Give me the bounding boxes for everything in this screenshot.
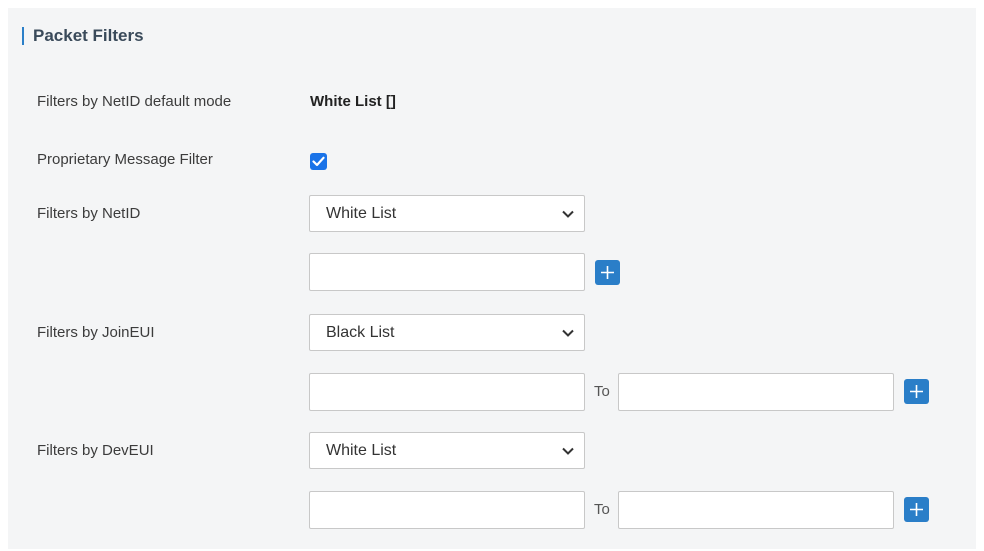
deveui-from-input[interactable] xyxy=(309,491,585,529)
deveui-filter-select[interactable]: White List xyxy=(309,432,585,469)
netid-default-mode-label: Filters by NetID default mode xyxy=(37,93,232,110)
joineui-filter-select[interactable]: Black List xyxy=(309,314,585,351)
joineui-filter-label: Filters by JoinEUI xyxy=(37,324,155,341)
proprietary-filter-label: Proprietary Message Filter xyxy=(37,151,213,168)
netid-add-button[interactable] xyxy=(595,260,620,285)
plus-icon xyxy=(601,266,614,279)
deveui-filter-label: Filters by DevEUI xyxy=(37,442,154,459)
deveui-add-button[interactable] xyxy=(904,497,929,522)
joineui-from-input[interactable] xyxy=(309,373,585,411)
section-title-text: Packet Filters xyxy=(33,26,144,45)
netid-default-mode-value: White List [] xyxy=(310,93,396,110)
joineui-to-label: To xyxy=(594,383,610,400)
chevron-down-icon xyxy=(562,210,574,218)
joineui-filter-selected: Black List xyxy=(326,323,395,341)
title-accent-bar xyxy=(22,27,24,45)
netid-filter-selected: White List xyxy=(326,204,397,222)
chevron-down-icon xyxy=(562,447,574,455)
deveui-filter-selected: White List xyxy=(326,441,397,459)
plus-icon xyxy=(910,503,923,516)
netid-filter-label: Filters by NetID xyxy=(37,205,141,222)
section-title: Packet Filters xyxy=(22,26,144,46)
joineui-to-input[interactable] xyxy=(618,373,894,411)
deveui-to-label: To xyxy=(594,501,610,518)
netid-input[interactable] xyxy=(309,253,585,291)
proprietary-filter-checkbox[interactable] xyxy=(310,153,327,170)
checkmark-icon xyxy=(312,156,325,167)
netid-filter-select[interactable]: White List xyxy=(309,195,585,232)
chevron-down-icon xyxy=(562,329,574,337)
packet-filters-panel: Packet Filters Filters by NetID default … xyxy=(8,8,976,549)
deveui-to-input[interactable] xyxy=(618,491,894,529)
plus-icon xyxy=(910,385,923,398)
joineui-add-button[interactable] xyxy=(904,379,929,404)
